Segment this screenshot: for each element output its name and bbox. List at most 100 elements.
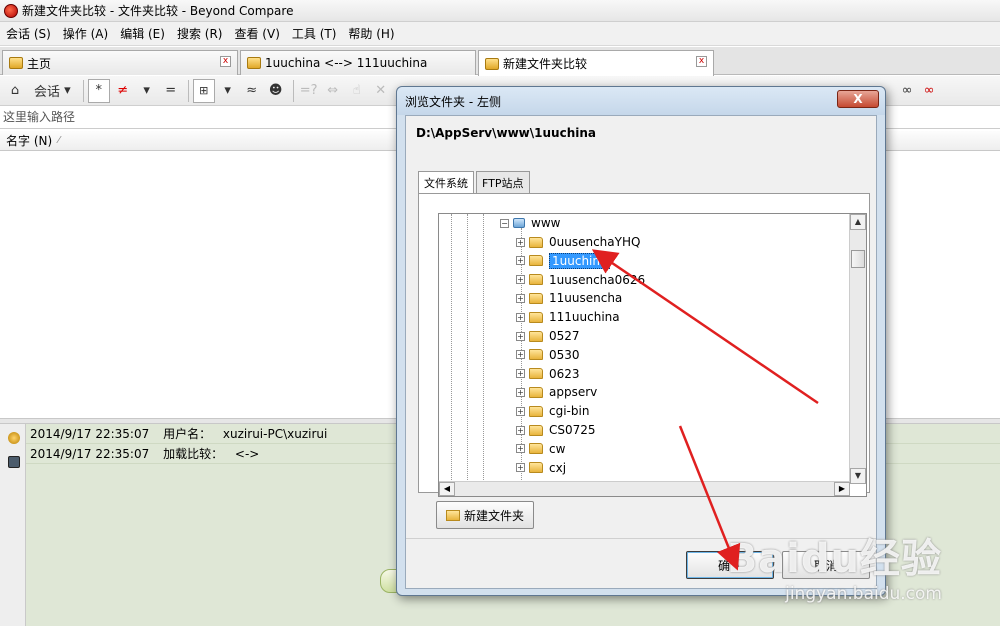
new-folder-icon	[445, 509, 460, 521]
new-folder-button[interactable]: 新建文件夹	[436, 501, 534, 529]
beyond-compare-app-icon	[4, 3, 18, 18]
tree-item-label: 0527	[549, 329, 580, 343]
scroll-down-icon[interactable]: ▼	[850, 468, 866, 484]
expand-icon[interactable]: +	[516, 463, 525, 473]
view-glasses-icon[interactable]: ∞	[896, 79, 918, 103]
tab-new-folder-compare-label: 新建文件夹比较	[503, 57, 588, 71]
tree-horizontal-scrollbar[interactable]: ◀ ▶	[439, 481, 850, 496]
folder-icon	[529, 386, 543, 398]
tree-item-label: 1uuchina	[549, 252, 611, 269]
expand-dropdown-icon[interactable]: ▾	[217, 79, 239, 103]
dialog-body: D:\AppServ\www\1uuchina 文件系统 FTP站点 − www…	[405, 115, 877, 589]
save-log-icon[interactable]	[8, 456, 20, 468]
tab-folder-compare[interactable]: 1uuchina <--> 111uuchina	[240, 50, 476, 75]
expand-icon[interactable]: +	[516, 293, 525, 303]
show-differences-button[interactable]: ≠	[112, 79, 134, 103]
tree-item-label: CS0725	[549, 423, 596, 437]
expand-icon[interactable]: +	[516, 387, 525, 397]
show-all-button[interactable]: *	[87, 78, 110, 103]
folder-tree[interactable]: − www +0uusenchaYHQ +1uuchina +1uusencha06…	[438, 213, 867, 497]
folder-icon	[529, 443, 543, 455]
tree-item-folder[interactable]: +0623	[516, 365, 580, 383]
scroll-thumb[interactable]	[851, 250, 865, 268]
folder-icon	[529, 349, 543, 361]
tree-item-folder[interactable]: + cw	[516, 440, 565, 458]
scroll-right-icon[interactable]: ▶	[834, 482, 850, 496]
tree-item-folder[interactable]: + appserv	[516, 383, 597, 401]
log-icon-column	[0, 424, 26, 626]
menu-session[interactable]: 会话 (S)	[6, 25, 51, 42]
tab-close-icon[interactable]: x	[220, 56, 231, 67]
tree-item-folder[interactable]: +0uusenchaYHQ	[516, 233, 640, 251]
tree-guide-line	[467, 214, 468, 484]
show-same-button[interactable]: =	[160, 79, 182, 103]
session-dropdown-button[interactable]: 会话 ▾	[28, 79, 77, 103]
tree-item-folder[interactable]: + cgi-bin	[516, 402, 589, 420]
delete-icon: ✕	[375, 83, 387, 98]
scroll-left-icon[interactable]: ◀	[439, 482, 455, 496]
watermark-logo: Baidu经验	[726, 536, 942, 582]
tree-vertical-scrollbar[interactable]: ▲ ▼	[849, 214, 866, 484]
menu-actions[interactable]: 操作 (A)	[63, 25, 108, 42]
expand-icon[interactable]: +	[516, 350, 525, 360]
tree-item-folder[interactable]: +0530	[516, 346, 580, 364]
expand-icon[interactable]: +	[516, 275, 525, 285]
tree-item-label: www	[531, 216, 561, 230]
expand-folders-icon[interactable]: ⊞	[192, 78, 215, 103]
folder-icon	[529, 330, 543, 342]
expand-icon[interactable]: +	[516, 425, 525, 435]
menu-tools[interactable]: 工具 (T)	[292, 25, 337, 42]
tab-ftp-sites[interactable]: FTP站点	[476, 171, 530, 193]
menu-help[interactable]: 帮助 (H)	[348, 25, 394, 42]
expand-icon[interactable]: +	[516, 331, 525, 341]
log-value: <->	[234, 447, 260, 461]
menu-bar: 会话 (S) 操作 (A) 编辑 (E) 搜索 (R) 查看 (V) 工具 (T…	[0, 22, 1000, 46]
rules-button[interactable]: ≈	[241, 79, 263, 103]
tab-new-folder-compare[interactable]: 新建文件夹比较 x	[478, 50, 714, 76]
toolbar-separator	[187, 79, 189, 102]
tab-home[interactable]: 主页 x	[2, 50, 238, 75]
folder-icon	[529, 255, 543, 267]
collapse-icon[interactable]: −	[500, 218, 509, 228]
view-glasses-off-icon[interactable]: ∞	[918, 79, 940, 103]
dialog-close-button[interactable]: X	[837, 90, 879, 108]
compare-contents-icon: =?	[299, 83, 318, 98]
user-icon[interactable]: ☻	[265, 79, 287, 103]
folder-icon	[529, 274, 543, 286]
expand-icon[interactable]: +	[516, 406, 525, 416]
tree-item-label: 111uuchina	[549, 310, 620, 325]
menu-view[interactable]: 查看 (V)	[234, 25, 279, 42]
log-timestamp: 2014/9/17 22:35:07	[30, 427, 150, 441]
tree-root-www[interactable]: − www	[500, 214, 560, 232]
expand-icon[interactable]: +	[516, 312, 525, 322]
menu-search[interactable]: 搜索 (R)	[177, 25, 223, 42]
folder-icon	[529, 292, 543, 304]
tree-item-label: 0uusenchaYHQ	[549, 235, 641, 249]
toolbar-separator	[82, 79, 84, 102]
session-home-icon[interactable]: ⌂	[4, 79, 26, 103]
tree-item-folder[interactable]: +1uuchina	[516, 252, 611, 270]
expand-icon[interactable]: +	[516, 444, 525, 454]
tree-item-folder[interactable]: + cxj	[516, 459, 566, 477]
tree-item-folder[interactable]: +1uusencha0626	[516, 271, 645, 289]
log-timestamp: 2014/9/17 22:35:07	[30, 447, 150, 461]
filter-dropdown-icon[interactable]: ▾	[136, 79, 158, 103]
tree-item-label: cw	[549, 441, 566, 456]
expand-icon[interactable]: +	[516, 256, 525, 266]
tree-item-folder[interactable]: +11uusencha	[516, 289, 622, 307]
tree-item-folder[interactable]: +0527	[516, 327, 580, 345]
tab-file-system[interactable]: 文件系统	[418, 171, 474, 194]
window-titlebar: 新建文件夹比较 - 文件夹比较 - Beyond Compare	[0, 0, 1000, 22]
tree-item-label: appserv	[549, 385, 598, 400]
tab-close-icon[interactable]: x	[696, 56, 707, 67]
tree-item-folder[interactable]: +111uuchina	[516, 308, 620, 326]
baidu-watermark: Baidu经验 jingyan.baidu.com	[727, 526, 942, 604]
expand-icon[interactable]: +	[516, 237, 525, 247]
current-folder-path: D:\AppServ\www\1uuchina	[416, 126, 596, 140]
scroll-up-icon[interactable]: ▲	[850, 214, 866, 230]
menu-edit[interactable]: 编辑 (E)	[120, 25, 165, 42]
name-column-header[interactable]: 名字 (N)	[6, 132, 52, 149]
left-path-input[interactable]	[0, 107, 390, 127]
expand-icon[interactable]: +	[516, 369, 525, 379]
tree-item-folder[interactable]: + CS0725	[516, 421, 596, 439]
